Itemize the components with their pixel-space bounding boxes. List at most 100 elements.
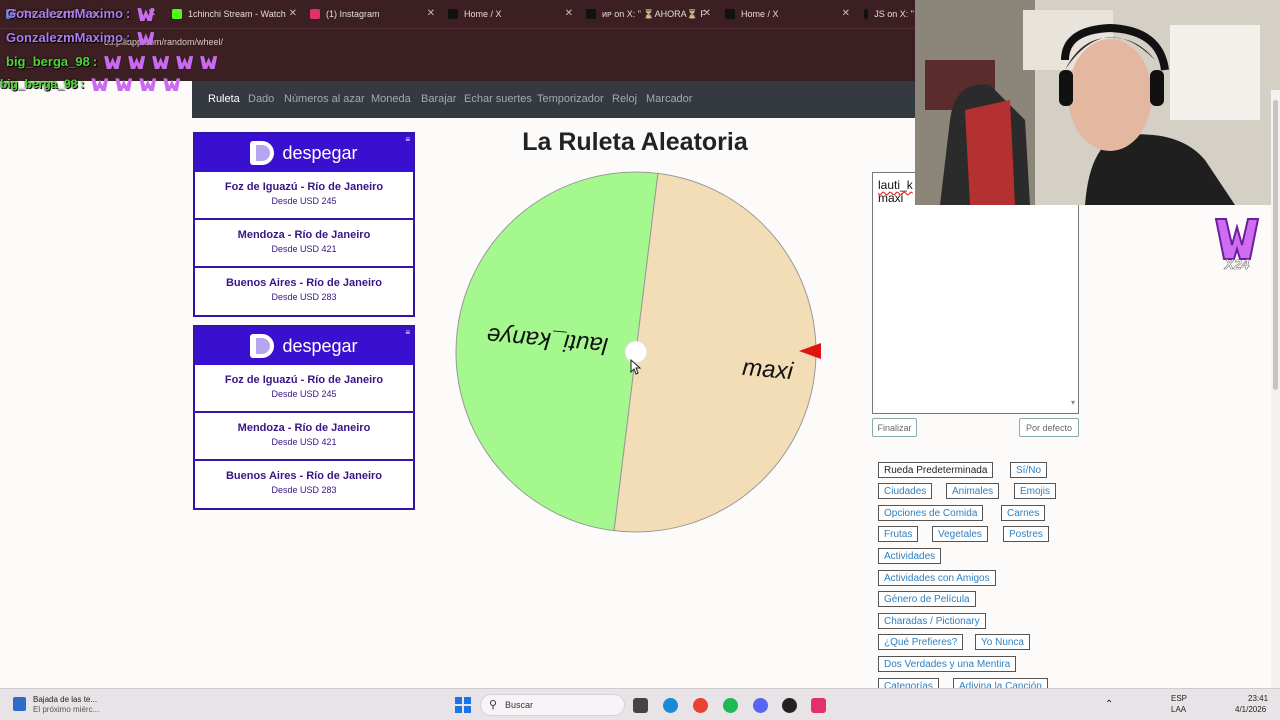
language-top[interactable]: ESP [1171, 694, 1187, 703]
preset-1[interactable]: Sí/No [1010, 462, 1048, 478]
ad-route-item[interactable]: Mendoza - Río de Janeiro Desde USD 421 [195, 413, 413, 461]
preset-5[interactable]: Opciones de Comida [878, 505, 984, 521]
tab-close-icon[interactable]: ✕ [842, 8, 850, 19]
ad-route-item[interactable]: Mendoza - Río de Janeiro Desde USD 421 [195, 220, 413, 268]
tab-close-icon[interactable]: ✕ [289, 8, 297, 19]
spin-wheel[interactable]: lauti_kanye maxi [453, 170, 823, 534]
ad-route-item[interactable]: Buenos Aires - Río de Janeiro Desde USD 2… [195, 268, 413, 316]
browser-tab[interactable]: 1chinchi Stream - Watch ✕ [172, 0, 297, 28]
preset-15[interactable]: Yo Nunca [975, 634, 1030, 650]
tab-close-icon[interactable]: ✕ [703, 8, 711, 19]
ad-price: Desde USD 283 [271, 485, 337, 495]
despegar-logo-icon [250, 141, 275, 165]
ad-menu-icon[interactable]: ≡ [405, 135, 410, 144]
nav-item-3[interactable]: Moneda [371, 93, 411, 105]
ad-header[interactable]: despegar ≡ [195, 134, 413, 172]
language-bottom[interactable]: LAA [1171, 705, 1186, 714]
taskbar-search-text: Buscar [505, 700, 534, 710]
default-button[interactable]: Por defecto [1019, 418, 1079, 437]
preset-3[interactable]: Animales [946, 483, 1000, 499]
nav-item-0[interactable]: Ruleta [208, 93, 240, 105]
scrollbar-thumb[interactable] [1273, 100, 1278, 390]
nav-item-1[interactable]: Dado [248, 93, 274, 105]
tab-close-icon[interactable]: ✕ [427, 8, 435, 19]
chat-username: big_berga_98 [0, 77, 78, 91]
emote-icon [137, 32, 155, 46]
clock-date[interactable]: 4/1/2026 [1235, 705, 1266, 714]
nav-item-5[interactable]: Echar suertes [464, 93, 532, 105]
browser-tab[interactable]: (1) Instagram ✕ [310, 0, 435, 28]
clock-time[interactable]: 23:41 [1248, 694, 1268, 703]
preset-11[interactable]: Actividades con Amigos [878, 570, 996, 586]
obs-icon[interactable] [782, 698, 797, 713]
task-view-icon[interactable] [633, 698, 648, 713]
preset-10[interactable]: Actividades [878, 548, 942, 564]
chat-message: GonzalezmMaximo: [6, 30, 155, 46]
ad-route: Buenos Aires - Río de Janeiro [225, 277, 383, 289]
ad-route-item[interactable]: Foz de Iguazú - Río de Janeiro Desde USD … [195, 172, 413, 220]
emote-icon [91, 78, 109, 92]
chat-message: GonzalezmMaximo: [6, 6, 155, 22]
ad-banner[interactable]: despegar ≡ Foz de Iguazú - Río de Janeiro D… [193, 325, 415, 510]
webcam-overlay [915, 0, 1280, 205]
windows-taskbar: Bajada de las te... El próximo miérc... … [0, 688, 1280, 720]
nav-item-2[interactable]: Números al azar [284, 93, 365, 105]
tab-close-icon[interactable]: ✕ [565, 8, 573, 19]
taskbar-search[interactable]: ⚲ Buscar [480, 694, 625, 716]
kick-icon [172, 9, 182, 19]
ad-header[interactable]: despegar ≡ [195, 327, 413, 365]
emote-icon [163, 78, 181, 92]
tray-chevron-icon[interactable]: ⌃ [1105, 699, 1113, 710]
nav-item-6[interactable]: Temporizador [537, 93, 604, 105]
emote-icon [128, 56, 146, 70]
browser-tab[interactable]: ᴎᴘ on X: " ⏳AHORA⏳ F ✕ [586, 0, 711, 28]
x-icon [725, 9, 735, 19]
ad-route: Buenos Aires - Río de Janeiro [225, 470, 383, 482]
ad-banner[interactable]: despegar ≡ Foz de Iguazú - Río de Janeiro D… [193, 132, 415, 317]
preset-14[interactable]: ¿Qué Prefieres? [878, 634, 964, 650]
tiktok-icon[interactable] [811, 698, 826, 713]
preset-6[interactable]: Carnes [1001, 505, 1046, 521]
preset-12[interactable]: Género de Película [878, 591, 976, 607]
spotify-icon[interactable] [723, 698, 738, 713]
chat-separator: : [92, 54, 98, 69]
preset-16[interactable]: Dos Verdades y una Mentira [878, 656, 1017, 672]
x-icon [586, 9, 596, 19]
preset-7[interactable]: Frutas [878, 526, 919, 542]
names-textarea[interactable]: lauti_k maxi ▾ [872, 172, 1079, 414]
emote-icon [115, 78, 133, 92]
notification-subtitle[interactable]: El próximo miérc... [33, 705, 99, 714]
preset-13[interactable]: Charadas / Pictionary [878, 613, 986, 629]
browser-tab-label: Home / X [741, 9, 779, 19]
ad-route: Mendoza - Río de Janeiro [237, 229, 371, 241]
chat-separator: : [126, 6, 131, 21]
edge-icon[interactable] [663, 698, 678, 713]
ad-price: Desde USD 421 [271, 437, 337, 447]
nav-item-7[interactable]: Reloj [612, 93, 637, 105]
preset-9[interactable]: Postres [1003, 526, 1049, 542]
ad-route-item[interactable]: Buenos Aires - Río de Janeiro Desde USD 2… [195, 461, 413, 509]
chrome-icon[interactable] [693, 698, 708, 713]
preset-2[interactable]: Ciudades [878, 483, 933, 499]
preset-0[interactable]: Rueda Predeterminada [878, 462, 994, 478]
chat-username: GonzalezmMaximo [6, 30, 124, 45]
browser-tab[interactable]: Home / X ✕ [448, 0, 573, 28]
resize-handle-icon[interactable]: ▾ [1071, 396, 1075, 409]
preset-4[interactable]: Emojis [1014, 483, 1057, 499]
browser-tab[interactable]: JS on X: " [864, 0, 914, 28]
browser-tab[interactable]: Home / X ✕ [725, 0, 850, 28]
ad-route: Mendoza - Río de Janeiro [237, 422, 371, 434]
windows-start-icon[interactable] [455, 697, 471, 713]
nav-item-4[interactable]: Barajar [421, 93, 456, 105]
discord-icon[interactable] [753, 698, 768, 713]
notification-icon[interactable] [13, 697, 26, 711]
preset-8[interactable]: Vegetales [932, 526, 988, 542]
wheel-center-button[interactable] [624, 340, 648, 364]
page-scrollbar[interactable] [1271, 90, 1280, 688]
notification-title[interactable]: Bajada de las te... [33, 695, 97, 704]
finish-button[interactable]: Finalizar [872, 418, 917, 437]
nav-item-8[interactable]: Marcador [646, 93, 692, 105]
ad-menu-icon[interactable]: ≡ [405, 328, 410, 337]
ad-route-item[interactable]: Foz de Iguazú - Río de Janeiro Desde USD … [195, 365, 413, 413]
ad-route: Foz de Iguazú - Río de Janeiro [224, 374, 384, 386]
